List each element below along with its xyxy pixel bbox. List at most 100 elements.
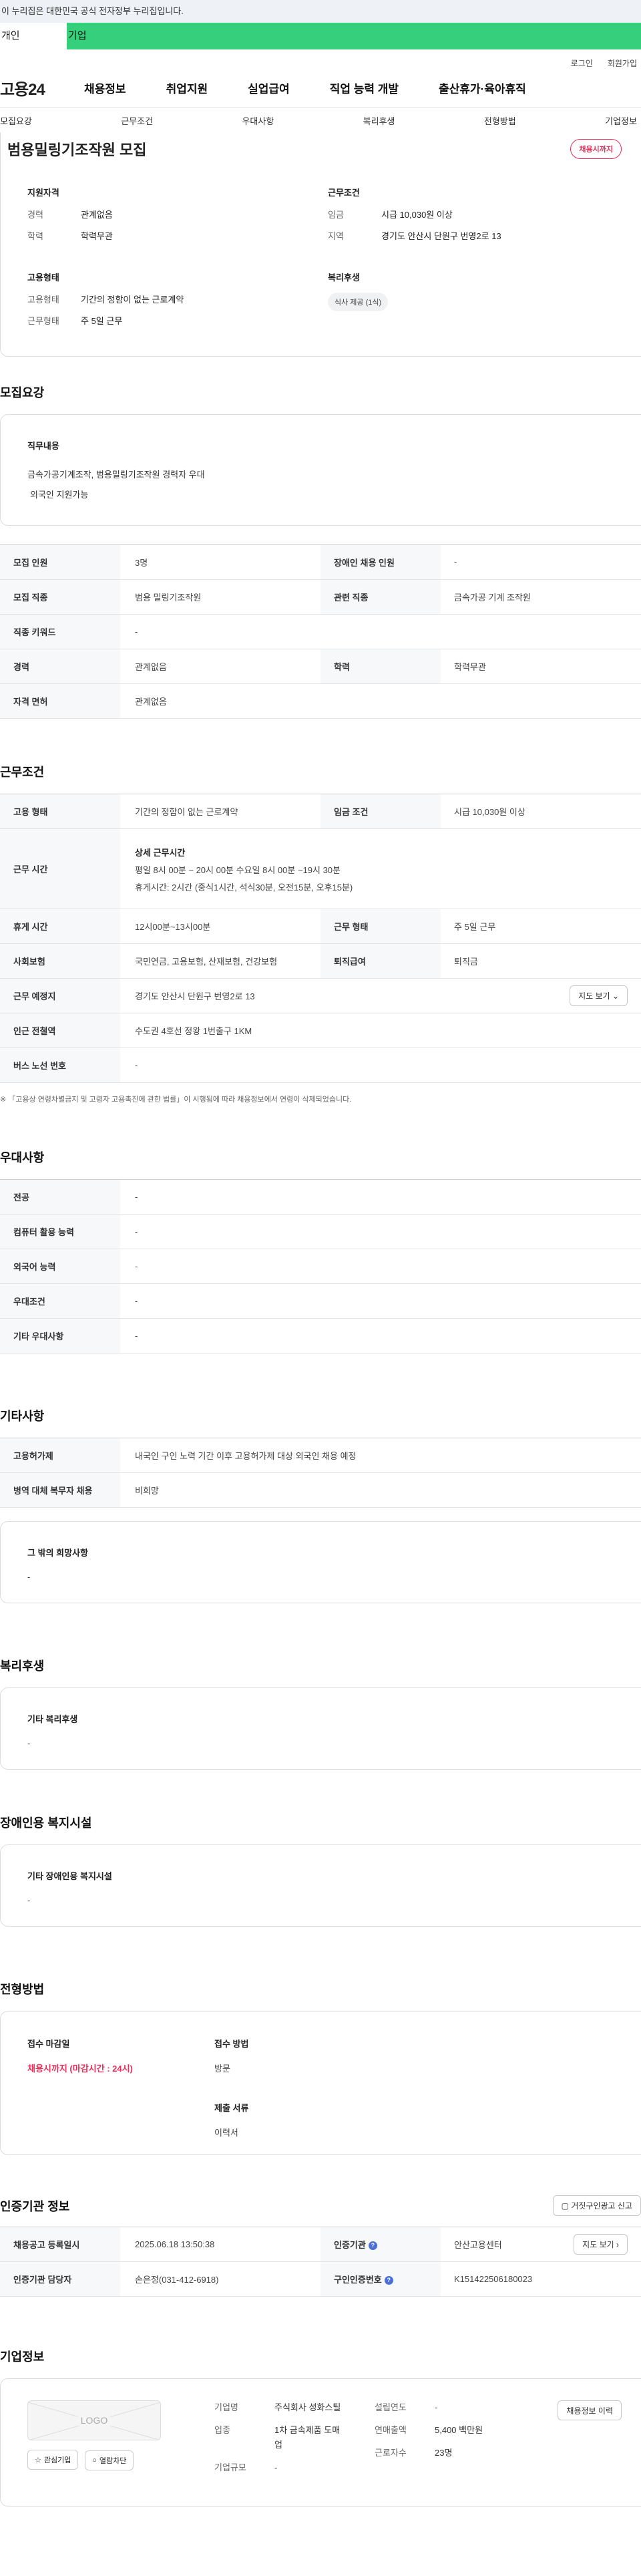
table-key: 모집 인원 — [0, 544, 120, 580]
table-key: 임금 조건 — [320, 794, 441, 829]
emp-heading: 고용형태 — [27, 273, 59, 283]
signup-link[interactable]: 회원가입 — [608, 57, 637, 68]
company-logo-block: LOGO ☆ 관심기업 ○ 열람차단 — [27, 2400, 214, 2484]
table-value: K151422506180023 — [441, 2261, 641, 2297]
table-key: 장애인 채용 인원 — [320, 544, 441, 580]
emp-row: 근무형태 주 5일 근무 — [27, 314, 328, 327]
cond-heading: 근무조건 — [328, 188, 360, 198]
section-nav: 모집요강 근무조건 우대사항 복리후생 전형방법 기업정보 — [0, 107, 641, 134]
snb-item-company[interactable]: 기업정보 — [605, 114, 637, 127]
table-row: 인증기관 담당자 손은정(031-412-6918) 구인인증번호? K1514… — [0, 2261, 641, 2297]
etc-table: 고용허가제 내국인 구인 노력 기간 이후 고용허가제 대상 외국인 채용 예정 … — [0, 1438, 641, 1508]
hiring-history-button[interactable]: 채용정보 이력 — [558, 2400, 622, 2420]
snb-item-work[interactable]: 근무조건 — [121, 114, 153, 127]
utility-nav: 로그인 회원가입 — [0, 49, 641, 68]
method-block: 접수 방법 방문 제출 서류 이력서 — [214, 2037, 622, 2138]
table-key: 인증기관 담당자 — [0, 2261, 120, 2297]
snb-item-selection[interactable]: 전형방법 — [484, 114, 516, 127]
summary-header: 범용밀링기조작원 모집 채용시까지 — [1, 132, 641, 166]
work-time-heading: 상세 근무시간 — [135, 847, 186, 858]
snb-item-benefit[interactable]: 복리후생 — [363, 114, 395, 127]
company-sales: 5,400 백만원 — [435, 2425, 483, 2435]
table-row: 인근 전철역 수도권 4호선 정왕 1번출구 1KM — [0, 1013, 641, 1048]
company-key: 연매출액 — [375, 2425, 407, 2435]
agency-header: 인증기관 정보 ▢ 거짓구인광고 신고 — [0, 2195, 641, 2216]
agency-name-cell: 안산고용센터 지도 보기 › — [441, 2227, 641, 2262]
chevron-right-icon: › — [616, 2240, 619, 2249]
method-heading: 접수 방법 — [214, 2039, 249, 2049]
company-row: 기업규모 - — [214, 2460, 375, 2475]
qual-key: 경력 — [27, 210, 43, 220]
table-row: 외국어 능력 - — [0, 1249, 641, 1284]
agency-map-button[interactable]: 지도 보기 › — [574, 2234, 628, 2255]
tab-individual[interactable]: 개인 — [0, 23, 67, 49]
table-key: 사회보험 — [0, 943, 120, 979]
table-key: 우대조건 — [0, 1283, 120, 1319]
table-row: 근무 시간 상세 근무시간 평일 8시 00분 ~ 20시 00분 수요일 8시… — [0, 828, 641, 909]
other-wish-card: 그 밖의 희망사항 - — [0, 1521, 641, 1603]
emp-block: 고용형태 고용형태 기간의 정함이 없는 근로계약 근무형태 주 5일 근무 — [27, 271, 328, 335]
table-value: 기간의 정함이 없는 근로계약 — [120, 794, 320, 829]
company-est: - — [435, 2402, 438, 2412]
company-actions: 채용정보 이력 — [535, 2400, 622, 2484]
table-key: 휴게 시간 — [0, 909, 120, 944]
chevron-down-icon: ⌄ — [612, 991, 619, 1001]
table-row: 자격 면허 관계없음 — [0, 683, 641, 719]
pref-table: 전공 - 컴퓨터 활용 능력 - 외국어 능력 - 우대조건 - 기타 우대사항 - — [0, 1179, 641, 1353]
company-industry: 1차 금속제품 도매업 — [274, 2425, 341, 2450]
snb-item-recruit[interactable]: 모집요강 — [0, 114, 32, 127]
emp-key: 근무형태 — [27, 316, 59, 326]
company-row: 연매출액 5,400 백만원 — [375, 2423, 535, 2438]
benefit-section-title: 복리후생 — [0, 1659, 45, 1673]
gnb-item-job-training[interactable]: 직업 능력 개발 — [330, 79, 399, 96]
table-value: 내국인 구인 노력 기간 이후 고용허가제 대상 외국인 채용 예정 — [120, 1438, 641, 1473]
work-place-cell: 경기도 안산시 단원구 번영2로 13 지도 보기 ⌄ — [120, 978, 641, 1013]
table-row: 병역 대체 복무자 채용 비희망 — [0, 1472, 641, 1508]
duty-line: 금속가공기계조작, 범용밀링기조작원 경력자 우대 — [27, 470, 205, 480]
gnb-item-jobs[interactable]: 채용정보 — [84, 79, 126, 96]
disabled-card: 기타 장애인용 복지시설 - — [0, 1844, 641, 1927]
report-fake-ad-button[interactable]: ▢ 거짓구인광고 신고 — [552, 2195, 641, 2216]
table-key: 퇴직급여 — [320, 943, 441, 979]
company-name: 주식회사 성화스틸 — [274, 2402, 341, 2412]
deadline-heading: 접수 마감일 — [27, 2039, 70, 2049]
table-row: 채용공고 등록일시 2025.06.18 13:50:38 인증기관? 안산고용… — [0, 2227, 641, 2262]
tab-company[interactable]: 기업 — [67, 23, 134, 49]
favorite-company-button[interactable]: ☆ 관심기업 — [27, 2450, 79, 2470]
table-row: 고용허가제 내국인 구인 노력 기간 이후 고용허가제 대상 외국인 채용 예정 — [0, 1438, 641, 1473]
table-key: 채용공고 등록일시 — [0, 2227, 120, 2262]
table-value: - — [441, 544, 641, 580]
table-value: 학력무관 — [441, 649, 641, 684]
gnb-item-employment-support[interactable]: 취업지원 — [166, 79, 208, 96]
pref-section-title: 우대사항 — [0, 1151, 45, 1164]
global-nav: 고용24 채용정보 취업지원 실업급여 직업 능력 개발 출산휴가·육아휴직 — [0, 68, 641, 107]
login-link[interactable]: 로그인 — [571, 57, 593, 68]
block-view-button[interactable]: ○ 열람차단 — [85, 2450, 134, 2470]
user-type-tabs: 개인 기업 — [0, 23, 641, 49]
recruit-section-title: 모집요강 — [0, 386, 45, 399]
work-table: 고용 형태 기간의 정함이 없는 근로계약 임금 조건 시급 10,030원 이… — [0, 794, 641, 1083]
selection-card: 접수 마감일 채용시까지 (마감시간 : 24시) 접수 방법 방문 제출 서류… — [0, 2011, 641, 2155]
info-icon[interactable]: ? — [384, 2276, 393, 2285]
table-row: 직종 키워드 - — [0, 614, 641, 649]
company-info-col1: 기업명 주식회사 성화스틸 업종 1차 금속제품 도매업 기업규모 - — [214, 2400, 375, 2484]
deadline-block: 접수 마감일 채용시까지 (마감시간 : 24시) — [27, 2037, 214, 2138]
site-logo[interactable]: 고용24 — [0, 76, 73, 100]
company-row: 기업명 주식회사 성화스틸 — [214, 2400, 375, 2415]
benefit-value: - — [27, 1738, 31, 1748]
table-row: 근무 예정지 경기도 안산시 단원구 번영2로 13 지도 보기 ⌄ — [0, 978, 641, 1013]
table-value: 관계없음 — [120, 649, 320, 684]
table-key: 인증기관? — [320, 2227, 441, 2262]
gnb-item-unemployment-benefit[interactable]: 실업급여 — [248, 79, 290, 96]
company-key: 근로자수 — [375, 2448, 407, 2458]
map-view-button[interactable]: 지도 보기 ⌄ — [570, 985, 628, 1006]
cond-key: 지역 — [328, 231, 344, 241]
company-size: - — [274, 2462, 278, 2472]
gnb-item-parental-leave[interactable]: 출산휴가·육아휴직 — [439, 79, 526, 96]
snb-item-pref[interactable]: 우대사항 — [242, 114, 274, 127]
work-time-cell: 상세 근무시간 평일 8시 00분 ~ 20시 00분 수요일 8시 00분 ~… — [120, 828, 641, 909]
emp-value: 기간의 정함이 없는 근로계약 — [81, 295, 184, 305]
favorite-label: 관심기업 — [43, 2456, 71, 2464]
info-icon[interactable]: ? — [368, 2241, 377, 2251]
table-value: 3명 — [120, 544, 320, 580]
